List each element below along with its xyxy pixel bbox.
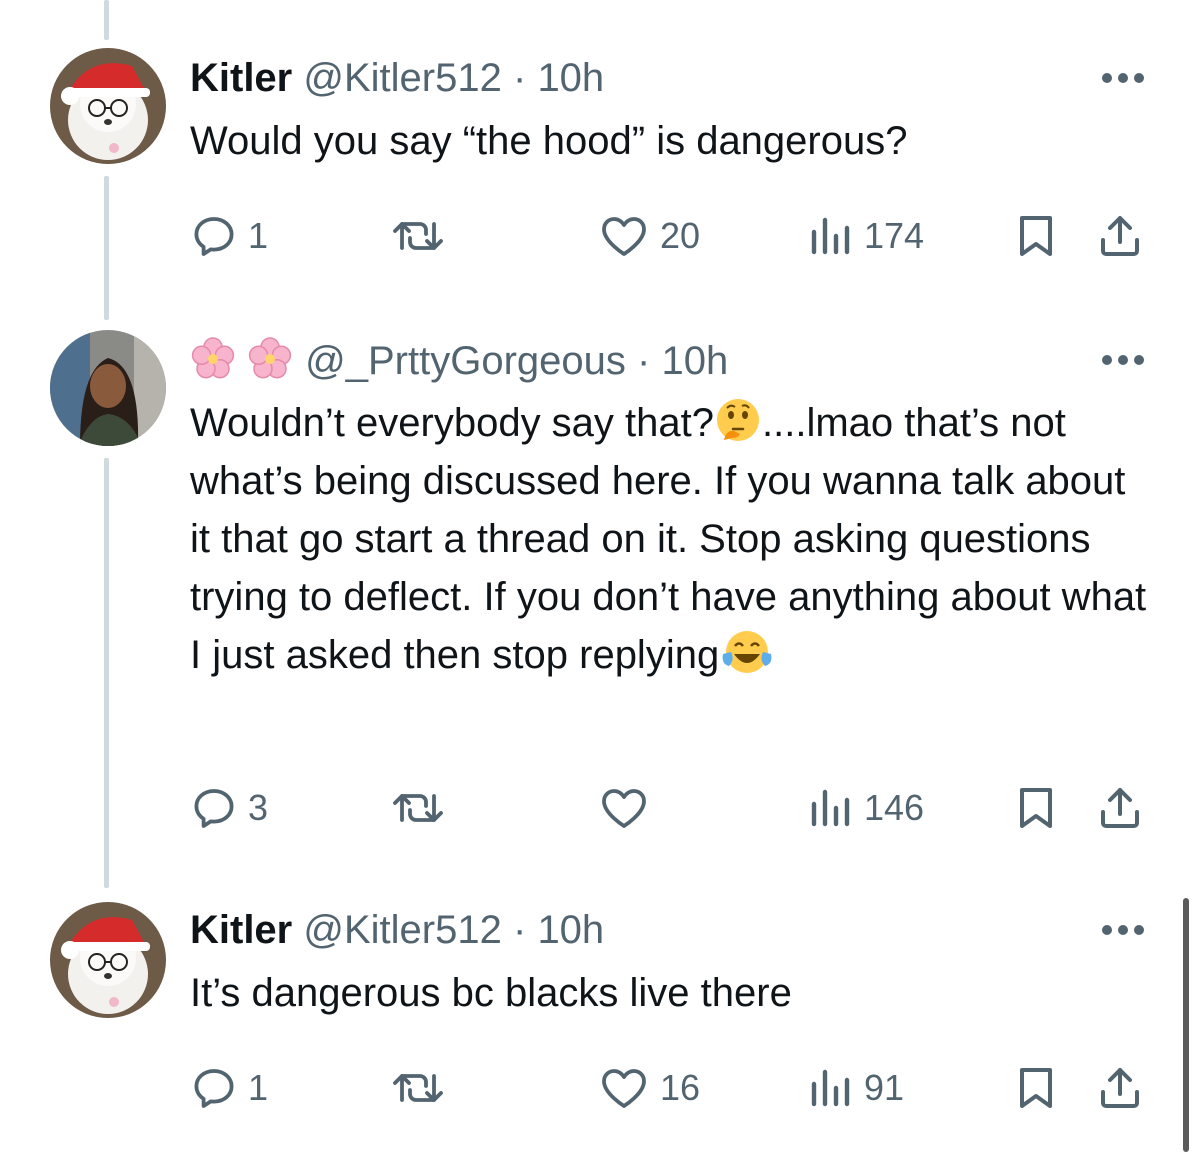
bookmark-button[interactable] bbox=[1012, 784, 1060, 832]
view-count: 91 bbox=[864, 1067, 905, 1108]
separator: · bbox=[512, 56, 527, 100]
reply-count: 1 bbox=[248, 1067, 269, 1108]
retweet-button[interactable] bbox=[388, 784, 448, 832]
reply-button[interactable]: 1 bbox=[190, 1064, 268, 1112]
retweet-icon bbox=[393, 794, 443, 822]
views-button[interactable]: 91 bbox=[806, 1064, 904, 1112]
thinking-face-emoji bbox=[717, 399, 760, 441]
handle[interactable]: @Kitler512 bbox=[303, 56, 501, 100]
reply-icon bbox=[194, 789, 234, 828]
reply-button[interactable]: 1 bbox=[190, 212, 268, 260]
tweet-text: Would you say “the hood” is dangerous? bbox=[190, 119, 908, 163]
like-count: 16 bbox=[660, 1067, 701, 1108]
retweet-button[interactable] bbox=[388, 212, 448, 260]
heart-icon bbox=[602, 1069, 646, 1108]
bookmark-button[interactable] bbox=[1012, 212, 1060, 260]
reply-icon bbox=[194, 1069, 234, 1108]
retweet-icon bbox=[393, 222, 443, 250]
reply-icon bbox=[194, 217, 234, 256]
separator: · bbox=[637, 339, 651, 383]
cherry-blossom-icon bbox=[191, 337, 292, 379]
display-name[interactable]: Kitler bbox=[190, 56, 292, 100]
avatar-prttygorgeous[interactable] bbox=[50, 330, 166, 446]
handle[interactable]: @Kitler512 bbox=[303, 908, 501, 952]
views-button[interactable]: 146 bbox=[806, 784, 924, 832]
timestamp[interactable]: 10h bbox=[537, 908, 604, 952]
share-icon bbox=[1101, 216, 1139, 256]
views-icon bbox=[811, 217, 850, 255]
tweet-3[interactable]: Kitler @Kitler512 · 10h It’s dangerous b… bbox=[0, 890, 1200, 1152]
tweet-2[interactable]: @_PrttyGorgeous · 10h Wouldn’t everybody… bbox=[0, 300, 1200, 890]
share-button[interactable] bbox=[1096, 784, 1144, 832]
reply-count: 1 bbox=[248, 215, 269, 256]
tweet-header: Kitler @Kitler512 · 10h bbox=[190, 906, 604, 954]
heart-icon bbox=[602, 789, 646, 828]
bookmark-icon bbox=[1020, 216, 1052, 256]
avatar-kitler[interactable] bbox=[50, 902, 166, 1018]
bookmark-icon bbox=[1020, 1068, 1052, 1108]
like-count: 20 bbox=[660, 215, 701, 256]
tears-of-joy-emoji bbox=[722, 631, 772, 673]
share-icon bbox=[1101, 788, 1139, 828]
tweet-text-part-1: Wouldn’t everybody say that? bbox=[190, 401, 715, 445]
more-icon[interactable] bbox=[1100, 350, 1146, 370]
views-button[interactable]: 174 bbox=[806, 212, 924, 260]
view-count: 174 bbox=[864, 215, 925, 256]
display-name[interactable]: Kitler bbox=[190, 908, 292, 952]
share-button[interactable] bbox=[1096, 1064, 1144, 1112]
retweet-button[interactable] bbox=[388, 1064, 448, 1112]
share-button[interactable] bbox=[1096, 212, 1144, 260]
separator: · bbox=[512, 908, 527, 952]
bookmark-icon bbox=[1020, 788, 1052, 828]
more-icon[interactable] bbox=[1100, 920, 1146, 940]
timestamp[interactable]: 10h bbox=[661, 339, 728, 383]
like-button[interactable] bbox=[598, 784, 650, 832]
like-button[interactable]: 16 bbox=[598, 1064, 700, 1112]
tweet-text: It’s dangerous bc blacks live there bbox=[190, 971, 792, 1015]
bookmark-button[interactable] bbox=[1012, 1064, 1060, 1112]
handle[interactable]: @_PrttyGorgeous bbox=[305, 339, 626, 383]
timestamp[interactable]: 10h bbox=[537, 56, 604, 100]
scrollbar[interactable] bbox=[1183, 898, 1189, 1152]
views-icon bbox=[811, 1069, 850, 1107]
tweet-header: Kitler @Kitler512 · 10h bbox=[190, 54, 604, 102]
like-button[interactable]: 20 bbox=[598, 212, 700, 260]
retweet-icon bbox=[393, 1074, 443, 1102]
display-name[interactable] bbox=[190, 337, 305, 383]
heart-icon bbox=[602, 217, 646, 256]
tweet-1[interactable]: Kitler @Kitler512 · 10h Would you say “t… bbox=[0, 0, 1200, 300]
avatar-kitler[interactable] bbox=[50, 48, 166, 164]
reply-button[interactable]: 3 bbox=[190, 784, 268, 832]
reply-count: 3 bbox=[248, 787, 269, 828]
share-icon bbox=[1101, 1068, 1139, 1108]
tweet-text: Wouldn’t everybody say that? ....lmao tha… bbox=[190, 394, 1150, 684]
more-icon[interactable] bbox=[1100, 68, 1146, 88]
views-icon bbox=[811, 789, 850, 827]
view-count: 146 bbox=[864, 787, 925, 828]
tweet-header: @_PrttyGorgeous · 10h bbox=[190, 336, 728, 385]
